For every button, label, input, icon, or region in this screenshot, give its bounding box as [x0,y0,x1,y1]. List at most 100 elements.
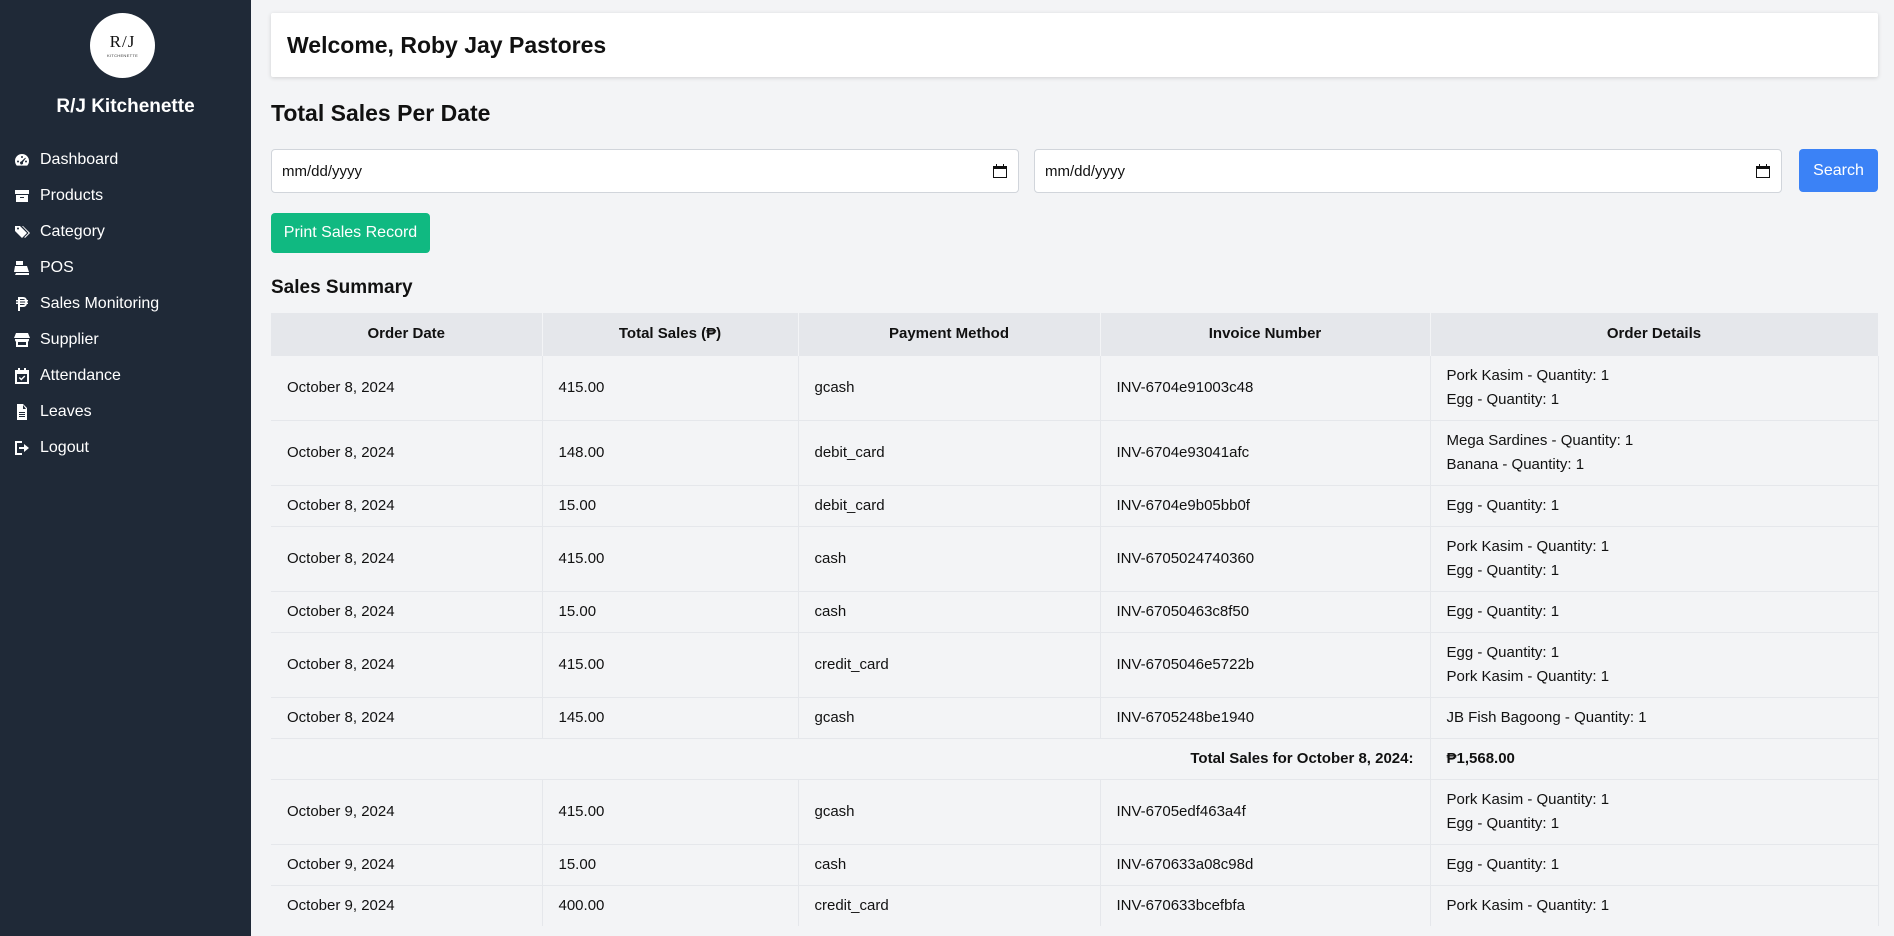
start-date-placeholder: mm/dd/yyyy [282,162,363,180]
sidebar-item-label: Supplier [40,331,99,348]
print-sales-record-button[interactable]: Print Sales Record [271,213,430,253]
table-row: October 8, 2024 148.00 debit_card INV-6704e… [271,419,1879,485]
calendar-icon[interactable] [1755,163,1771,179]
order-details-cell: Egg - Quantity: 1 [1430,590,1879,632]
box-icon [14,188,34,204]
order-date-cell: October 8, 2024 [271,631,543,697]
logout-icon [14,440,34,456]
tags-icon [14,224,34,240]
sidebar-item-leaves[interactable]: Leaves [0,394,251,430]
total-sales-cell: 148.00 [542,419,799,485]
order-date-cell: October 8, 2024 [271,590,543,632]
calendar-icon[interactable] [992,163,1008,179]
table-row: October 9, 2024 415.00 gcash INV-6705edf463… [271,778,1879,844]
order-detail-line: Pork Kasim - Quantity: 1 [1446,667,1610,685]
table-body: October 8, 2024 415.00 gcash INV-6704e91003… [271,354,1879,926]
logo-subtext: KITCHENETTE [106,53,139,58]
sidebar-item-sales-monitoring[interactable]: Sales Monitoring [0,286,251,322]
table-row: October 8, 2024 415.00 gcash INV-6704e91003… [271,354,1879,420]
order-details-cell: JB Fish Bagoong - Quantity: 1 [1430,696,1879,738]
order-detail-line: Pork Kasim - Quantity: 1 [1446,537,1610,555]
payment-method-cell: credit_card [798,631,1101,697]
order-detail-line: Pork Kasim - Quantity: 1 [1446,366,1610,384]
end-date-input[interactable]: mm/dd/yyyy [1034,149,1782,193]
table-row: October 8, 2024 415.00 cash INV-67050247403… [271,525,1879,591]
dashboard-icon [14,152,34,168]
sales-summary-table-wrap: Order Date Total Sales (₱) Payment Metho… [271,313,1879,926]
welcome-header: Welcome, Roby Jay Pastores [271,13,1878,77]
payment-method-cell: cash [798,525,1101,591]
welcome-text: Welcome, Roby Jay Pastores [287,31,607,58]
total-sales-cell: 415.00 [542,525,799,591]
start-date-input[interactable]: mm/dd/yyyy [271,149,1019,193]
table-row: October 8, 2024 145.00 gcash INV-6705248be1… [271,696,1879,738]
order-detail-line: Mega Sardines - Quantity: 1 [1446,431,1634,449]
table-row: October 8, 2024 15.00 debit_card INV-6704e9… [271,484,1879,526]
order-details-cell: Pork Kasim - Quantity: 1 Egg - Quantity: … [1430,778,1879,844]
sidebar-item-attendance[interactable]: Attendance [0,358,251,394]
cash-register-icon [14,260,34,276]
invoice-number-cell: INV-6705046e5722b [1100,631,1431,697]
sidebar-item-supplier[interactable]: Supplier [0,322,251,358]
payment-method-cell: credit_card [798,884,1101,926]
search-button[interactable]: Search [1799,149,1878,192]
total-sales-cell: 145.00 [542,696,799,738]
sidebar-item-pos[interactable]: POS [0,250,251,286]
sales-summary-title: Sales Summary [271,277,413,298]
invoice-number-cell: INV-670633a08c98d [1100,843,1431,885]
total-sales-cell: 15.00 [542,590,799,632]
table-header: Order Date Total Sales (₱) Payment Metho… [271,313,1879,355]
order-date-cell: October 8, 2024 [271,419,543,485]
invoice-number-cell: INV-6705edf463a4f [1100,778,1431,844]
order-date-cell: October 8, 2024 [271,484,543,526]
order-detail-line: Egg - Quantity: 1 [1446,814,1560,832]
total-sales-cell: 15.00 [542,484,799,526]
sidebar-item-category[interactable]: Category [0,214,251,250]
order-detail-line: Banana - Quantity: 1 [1446,455,1585,473]
sidebar-item-label: Leaves [40,403,92,420]
payment-method-cell: debit_card [798,484,1101,526]
order-details-cell: Pork Kasim - Quantity: 1 Egg - Quantity: … [1430,354,1879,420]
column-header-order-details: Order Details [1430,313,1879,355]
end-date-placeholder: mm/dd/yyyy [1045,162,1126,180]
subtotal-amount: ₱1,568.00 [1430,737,1879,779]
order-detail-line: Egg - Quantity: 1 [1446,602,1560,620]
invoice-number-cell: INV-6704e93041afc [1100,419,1431,485]
order-detail-line: Egg - Quantity: 1 [1446,390,1560,408]
sidebar-item-label: Dashboard [40,151,119,168]
order-date-cell: October 9, 2024 [271,843,543,885]
sales-summary-table: Order Date Total Sales (₱) Payment Metho… [271,313,1879,926]
payment-method-cell: cash [798,843,1101,885]
order-detail-line: Egg - Quantity: 1 [1446,855,1560,873]
payment-method-cell: debit_card [798,419,1101,485]
logo-mark: R/J [109,32,136,51]
sidebar-item-label: Logout [40,439,89,456]
order-date-cell: October 9, 2024 [271,778,543,844]
payment-method-cell: gcash [798,354,1101,420]
order-date-cell: October 8, 2024 [271,525,543,591]
sidebar-item-label: Sales Monitoring [40,295,160,312]
column-header-total-sales: Total Sales (₱) [542,313,799,355]
sidebar-nav: Dashboard Products Category POS Sales Mo… [0,142,251,466]
invoice-number-cell: INV-670633bcefbfa [1100,884,1431,926]
sidebar-item-products[interactable]: Products [0,178,251,214]
calendar-check-icon [14,368,34,384]
table-row: October 8, 2024 15.00 cash INV-67050463c8f5… [271,590,1879,632]
column-header-payment-method: Payment Method [798,313,1101,355]
order-date-cell: October 8, 2024 [271,696,543,738]
sidebar-item-logout[interactable]: Logout [0,430,251,466]
store-icon [14,332,34,348]
order-detail-line: JB Fish Bagoong - Quantity: 1 [1446,708,1647,726]
order-details-cell: Pork Kasim - Quantity: 1 Egg - Quantity: … [1430,525,1879,591]
sidebar-item-dashboard[interactable]: Dashboard [0,142,251,178]
subtotal-label: Total Sales for October 8, 2024: [271,737,1431,779]
order-details-cell: Mega Sardines - Quantity: 1 Banana - Quan… [1430,419,1879,485]
order-detail-line: Pork Kasim - Quantity: 1 [1446,790,1610,808]
order-details-cell: Egg - Quantity: 1 Pork Kasim - Quantity: … [1430,631,1879,697]
table-row: October 8, 2024 415.00 credit_card INV-6705… [271,631,1879,697]
order-details-cell: Egg - Quantity: 1 [1430,484,1879,526]
order-detail-line: Egg - Quantity: 1 [1446,561,1560,579]
payment-method-cell: cash [798,590,1101,632]
sidebar-item-label: Attendance [40,367,121,384]
order-detail-line: Pork Kasim - Quantity: 1 [1446,896,1610,914]
